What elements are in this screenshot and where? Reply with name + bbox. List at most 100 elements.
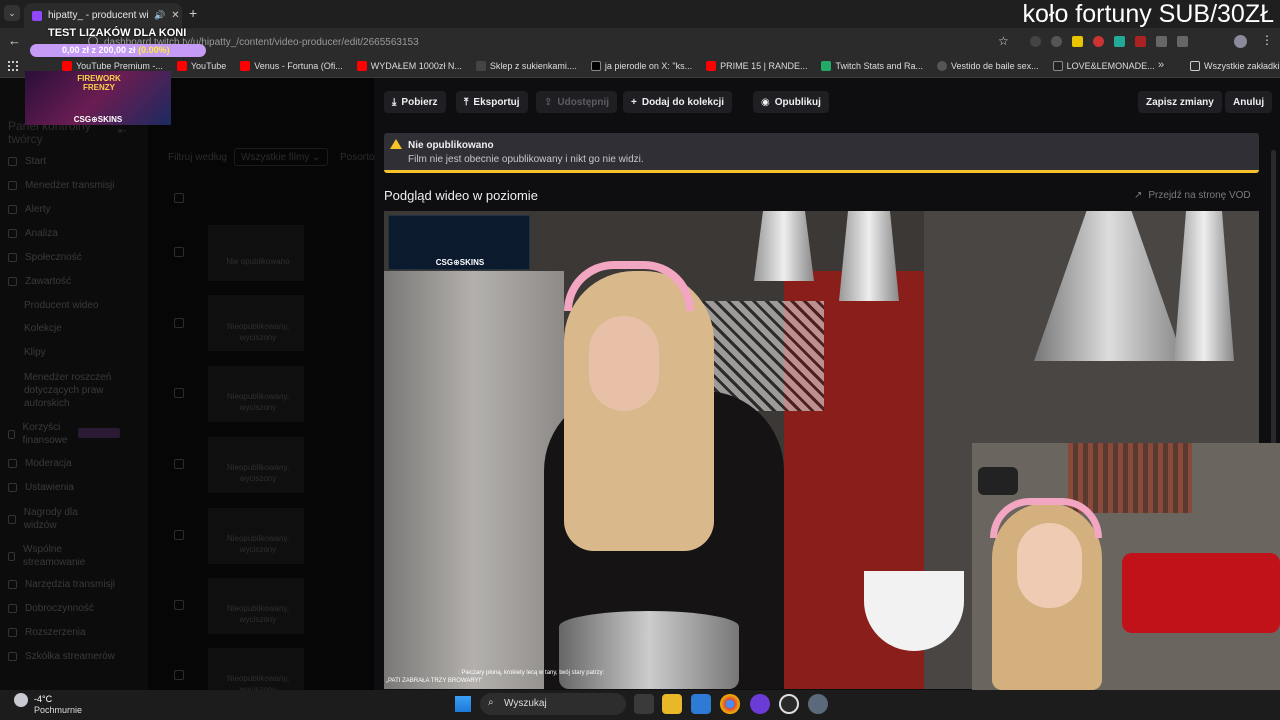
row-checkbox[interactable]: [174, 247, 184, 257]
sidebar-item-co-streaming[interactable]: Wspólne streamowanie: [8, 543, 98, 569]
video-status-label: Nieopublikowany, wyciszony: [226, 322, 290, 342]
sidebar-item-clips[interactable]: Klipy: [24, 347, 46, 358]
unpublished-alert: Nie opublikowano Film nie jest obecnie o…: [384, 133, 1259, 173]
settings-gear-icon[interactable]: [808, 694, 828, 714]
sidebar-item-community[interactable]: Społeczność: [8, 252, 82, 263]
browser-tab-active[interactable]: hipatty_ - producent wideo 🔊 ✕: [24, 3, 182, 28]
extension-icons[interactable]: [1030, 36, 1188, 47]
browser-menu-icon[interactable]: ⋮: [1261, 33, 1273, 47]
weather-temp[interactable]: -4°C: [34, 694, 52, 704]
sidebar-item-analytics[interactable]: Analiza: [8, 228, 58, 239]
weather-icon[interactable]: [14, 693, 28, 707]
weather-desc[interactable]: Pochmurnie: [34, 705, 82, 715]
bookmark-item[interactable]: Twitch Stats and Ra...: [821, 61, 923, 71]
sidebar-item-content[interactable]: Zawartość: [8, 276, 71, 287]
bookmark-item[interactable]: WYDAŁEM 1000zł N...: [356, 61, 462, 71]
sidebar-item-charity[interactable]: Dobroczynność: [8, 603, 94, 614]
preview-title: Podgląd wideo w poziomie: [384, 188, 538, 203]
save-changes-button[interactable]: Zapisz zmiany: [1138, 91, 1222, 113]
microphone: [978, 467, 1018, 495]
obs-icon[interactable]: [779, 694, 799, 714]
eye-icon: ◉: [761, 96, 770, 108]
warning-icon: [390, 139, 402, 149]
bookmark-list: YouTube Premium -... YouTube Venus - For…: [62, 61, 1155, 71]
twitch-studio-icon[interactable]: [750, 694, 770, 714]
row-checkbox[interactable]: [174, 530, 184, 540]
download-button[interactable]: ⤓ Pobierz: [384, 91, 446, 113]
goal-progress: 0,00 zł z 200,00 zł (0.00%): [62, 45, 170, 55]
bookmark-item[interactable]: Sklep z sukienkami....: [475, 61, 577, 71]
bookmark-item[interactable]: YouTube: [176, 61, 226, 71]
lamp-shade: [754, 211, 814, 281]
select-all-checkbox[interactable]: [174, 193, 184, 203]
collapse-sidebar-icon[interactable]: ⇤: [118, 126, 126, 137]
bookmark-item[interactable]: Vestido de baile sex...: [937, 61, 1039, 71]
video-brand-label: CSG⊕SKINS: [435, 258, 485, 267]
sidebar-item-creator-camp[interactable]: Szkółka streamerów: [8, 651, 115, 662]
promo-banner: FIREWORK FRENZY CSG⊕SKINS: [25, 71, 171, 125]
apps-grid-icon[interactable]: [8, 61, 18, 71]
sidebar-item-video-producer[interactable]: Producent wideo: [24, 300, 99, 311]
tab-close-icon[interactable]: ✕: [171, 10, 179, 21]
alert-title: Nie opublikowano: [408, 140, 494, 151]
new-tab-plus-icon[interactable]: +: [189, 5, 197, 21]
sidebar-item-claims[interactable]: Menedżer roszczeń dotyczących praw autor…: [24, 371, 116, 410]
more-bookmarks-chevron-icon[interactable]: »: [1158, 59, 1164, 71]
publish-button[interactable]: ◉ Opublikuj: [753, 91, 829, 113]
sidebar-item-extensions[interactable]: Rozszerzenia: [8, 627, 86, 638]
all-bookmarks-folder[interactable]: Wszystkie zakładki: [1190, 61, 1280, 71]
csgo-skins-banner: CSG⊕SKINS: [388, 215, 530, 270]
cat-ear-headset: [564, 261, 694, 311]
sidebar-item-settings[interactable]: Ustawienia: [8, 482, 74, 493]
folder-icon: [1190, 61, 1200, 71]
video-thumbnail[interactable]: [208, 225, 304, 281]
row-checkbox[interactable]: [174, 600, 184, 610]
sidebar-item-alerts[interactable]: Alerty: [8, 204, 51, 215]
sidebar-item-stream-manager[interactable]: Menedżer transmisji: [8, 180, 114, 191]
chrome-icon[interactable]: [720, 694, 740, 714]
bookmark-item[interactable]: LOVE&LEMONADE...: [1052, 61, 1155, 71]
windows-start-icon[interactable]: [455, 696, 471, 712]
twitch-favicon-icon: [32, 10, 42, 21]
streamer-hair: [564, 271, 714, 551]
vod-page-link[interactable]: ↗ Przejdź na stronę VOD: [1134, 190, 1251, 201]
profile-avatar[interactable]: [1234, 35, 1247, 48]
tab-audio-icon[interactable]: 🔊: [154, 10, 165, 21]
taskbar-search[interactable]: ⌕ Wyszukaj: [480, 693, 626, 715]
promo-brand: CSG⊕SKINS: [73, 115, 123, 124]
sidebar-item-monetization[interactable]: Korzyści finansowe: [8, 421, 78, 447]
sidebar-item-stream-tools[interactable]: Narzędzia transmisji: [8, 579, 115, 590]
sidebar-item-viewer-rewards[interactable]: Nagrody dla widzów: [8, 506, 98, 532]
new-badge: [78, 428, 120, 438]
row-checkbox[interactable]: [174, 670, 184, 680]
bookmark-item[interactable]: Venus - Fortuna (Ofi...: [240, 61, 343, 71]
lamp-shade: [839, 211, 899, 301]
video-status-label: Nieopublikowany, wyciszony: [226, 604, 290, 624]
search-icon: ⌕: [488, 697, 494, 708]
task-view-icon[interactable]: [634, 694, 654, 714]
sidebar-item-collections[interactable]: Kolekcje: [24, 323, 62, 334]
add-to-collection-button[interactable]: + Dodaj do kolekcji: [623, 91, 733, 113]
tab-search-icon[interactable]: ⌄: [4, 5, 20, 21]
filter-label: Filtruj według: [168, 152, 227, 163]
row-checkbox[interactable]: [174, 318, 184, 328]
bookmark-star-icon[interactable]: ☆: [998, 34, 1009, 48]
bookmark-item[interactable]: ja pierodle on X: "ks...: [590, 61, 692, 71]
share-button[interactable]: ⇪ Udostępnij: [536, 91, 618, 113]
bookmark-item[interactable]: PRIME 15 | RANDE...: [706, 61, 807, 71]
facecam-overlay: [972, 443, 1280, 690]
export-button[interactable]: ⤒ Eksportuj: [456, 91, 528, 113]
sidebar-item-moderation[interactable]: Moderacja: [8, 458, 72, 469]
back-arrow-icon[interactable]: ←: [8, 33, 21, 48]
filter-dropdown[interactable]: Wszystkie filmy ⌄: [234, 148, 328, 166]
cancel-button[interactable]: Anuluj: [1225, 91, 1273, 113]
goal-title: TEST LIZAKÓW DLA KONI: [48, 27, 187, 39]
store-icon[interactable]: [691, 694, 711, 714]
row-checkbox[interactable]: [174, 388, 184, 398]
row-checkbox[interactable]: [174, 459, 184, 469]
sidebar-item-start[interactable]: Start: [8, 156, 46, 167]
goal-widget: TEST LIZAKÓW DLA KONI 0,00 zł z 200,00 z…: [30, 26, 210, 60]
file-explorer-icon[interactable]: [662, 694, 682, 714]
video-status-label: Nieopublikowany, wyciszony: [226, 463, 290, 483]
bookmark-item[interactable]: YouTube Premium -...: [62, 61, 163, 71]
